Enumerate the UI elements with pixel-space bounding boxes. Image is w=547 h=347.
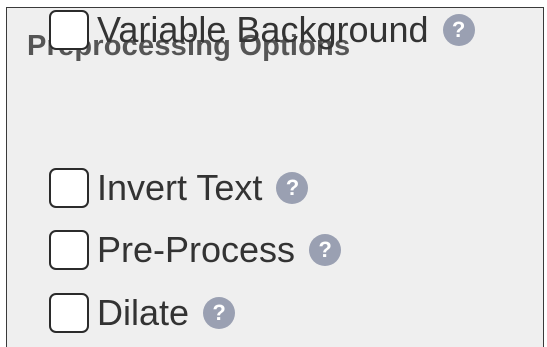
dilate-label[interactable]: Dilate <box>97 291 189 335</box>
invert-text-label[interactable]: Invert Text <box>97 166 262 210</box>
variable-background-label[interactable]: Variable Background <box>97 8 429 52</box>
help-icon[interactable]: ? <box>276 172 309 204</box>
preprocessing-options-panel: Preprocessing Options Invert Text ? Pre-… <box>6 7 544 347</box>
help-icon[interactable]: ? <box>203 297 236 329</box>
variable-background-checkbox[interactable] <box>49 10 89 50</box>
option-dilate: Dilate ? <box>49 291 236 335</box>
pre-process-label[interactable]: Pre-Process <box>97 228 295 272</box>
option-variable-background: Variable Background ? <box>49 8 475 52</box>
option-pre-process: Pre-Process ? <box>49 228 342 272</box>
option-invert-text: Invert Text ? <box>49 166 309 210</box>
dilate-checkbox[interactable] <box>49 293 89 333</box>
invert-text-checkbox[interactable] <box>49 168 89 208</box>
help-icon[interactable]: ? <box>309 234 342 266</box>
pre-process-checkbox[interactable] <box>49 230 89 270</box>
help-icon[interactable]: ? <box>442 14 475 46</box>
